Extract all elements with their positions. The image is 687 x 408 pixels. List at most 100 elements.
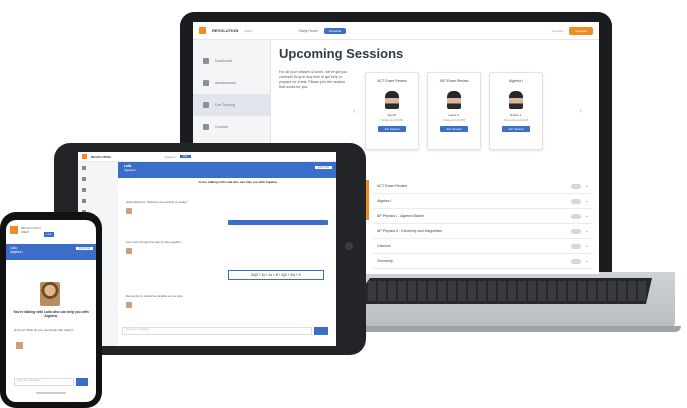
chevron-right-icon[interactable]: ›: [579, 106, 582, 115]
toggle[interactable]: [570, 213, 581, 219]
sidebar-item[interactable]: [78, 184, 118, 195]
chat-intro: You're talking with Laila who can help y…: [13, 310, 89, 318]
card-tutor: Eva B.: [387, 113, 397, 117]
chat-subject: Algebra I: [124, 168, 137, 172]
assessments-icon: [203, 80, 209, 86]
chat-message: Hi there! What do you need help with tod…: [14, 328, 74, 332]
end-chat-button[interactable]: End Chat: [76, 247, 93, 250]
phone-screen: REVOLUTION PREP Live Laila Algebra I End…: [6, 220, 96, 402]
tutor-avatar: [447, 91, 461, 109]
card-time: Today at 1:00 PM: [381, 118, 403, 122]
tutor-avatar: [126, 302, 132, 308]
chat-message: Let's work through this step by step tog…: [126, 240, 182, 244]
session-cards: ACT Exam Review Eva B. Today at 1:00 PM …: [365, 72, 543, 150]
chevron-down-icon[interactable]: ⌄: [585, 198, 589, 204]
chevron-left-icon[interactable]: ‹: [353, 106, 356, 115]
card-subject: SAT Exam Review: [439, 79, 469, 83]
list-item[interactable]: Geometry ⌄: [373, 254, 593, 269]
card-tutor: Robert J.: [509, 113, 523, 117]
join-session-button[interactable]: Join Session: [378, 126, 406, 132]
sidebar-item[interactable]: [78, 195, 118, 206]
join-session-button[interactable]: Join Session: [440, 126, 468, 132]
toggle[interactable]: [570, 198, 581, 204]
sidebar-item[interactable]: [78, 162, 118, 173]
user-message-bubble: [228, 220, 328, 225]
brand-name: REVOLUTION PREP: [21, 226, 41, 234]
chevron-down-icon[interactable]: ⌄: [585, 243, 589, 249]
session-card: Algebra I Robert J. Tomorrow at 10 AM Jo…: [489, 72, 543, 150]
logo-icon: [82, 154, 87, 159]
live-button[interactable]: Live: [179, 155, 191, 158]
laptop-keyboard: [352, 278, 652, 304]
chat-tutor-name: Laila: [124, 164, 132, 168]
tutor-avatar: [126, 208, 132, 214]
sidebar-item-dashboard[interactable]: Dashboard: [193, 50, 270, 72]
chat-message: Remember to isolate the variable on one …: [126, 294, 184, 298]
sidebar-item[interactable]: [78, 173, 118, 184]
join-session-button[interactable]: Join Session: [502, 126, 530, 132]
equation-message: 3x(2 + 4) + 2x = 8 + 4(3 + 2x) + 2: [228, 270, 324, 280]
live-tutoring-icon: [203, 102, 209, 108]
header-subject: Algebra I: [164, 154, 176, 159]
page-description: For all your classes & tutors, we've got…: [279, 70, 348, 89]
chevron-down-icon[interactable]: ⌄: [585, 213, 589, 219]
card-time: Tomorrow at 10 AM: [503, 118, 529, 122]
card-subject: ACT Exam Review: [377, 79, 407, 83]
tablet-screen: REVOLUTION Algebra I Live Laila Algebra …: [78, 152, 336, 346]
tablet-camera: [345, 242, 353, 250]
toggle[interactable]: [570, 258, 581, 264]
chevron-down-icon[interactable]: ⌄: [585, 258, 589, 264]
upgrade-button[interactable]: Upgrade: [569, 26, 593, 35]
sidebar-item-assessments[interactable]: Assessments: [193, 72, 270, 94]
dashboard-icon: [203, 58, 209, 64]
tablet-topbar: REVOLUTION Algebra I Live: [78, 152, 336, 162]
logo-icon: [10, 226, 18, 234]
menu-icon: [82, 165, 86, 170]
list-item[interactable]: AP Physics II - Electricity and Magnetis…: [373, 224, 593, 239]
sidebar-item-courses[interactable]: Courses: [193, 116, 270, 138]
help-link[interactable]: Get Help: [552, 29, 564, 33]
menu-icon: [82, 198, 86, 203]
chat-intro: You're talking with Laila who can help y…: [198, 180, 278, 184]
toggle[interactable]: [570, 243, 581, 249]
list-item[interactable]: Algebra I ⌄: [373, 194, 593, 209]
list-item[interactable]: Calculus ⌄: [373, 239, 593, 254]
chevron-down-icon[interactable]: ⌄: [585, 228, 589, 234]
menu-icon: [82, 187, 86, 192]
chat-header: Laila Algebra I End Chat: [6, 244, 96, 260]
live-button[interactable]: Live: [43, 232, 55, 237]
session-card: ACT Exam Review Eva B. Today at 1:00 PM …: [365, 72, 419, 150]
sidebar-item-live-tutoring[interactable]: Live Tutoring: [193, 94, 270, 116]
tutor-avatar-small: [16, 342, 23, 349]
list-item[interactable]: ACT Exam Review ⌄: [373, 179, 593, 194]
tutor-avatar: [385, 91, 399, 109]
tutor-avatar: [40, 282, 60, 306]
brand-sub: PREP: [244, 28, 253, 33]
phone-topbar: REVOLUTION PREP Live: [6, 224, 96, 244]
nav-study-hours[interactable]: Study Hours: [298, 29, 317, 33]
brand-name: REVOLUTION: [91, 154, 111, 159]
laptop-topbar: REVOLUTION PREP Study Hours Schedule Get…: [193, 22, 599, 40]
tutor-avatar: [126, 248, 132, 254]
end-chat-button[interactable]: End Chat: [315, 166, 332, 169]
toggle[interactable]: [570, 228, 581, 234]
page-title: Upcoming Sessions: [279, 46, 404, 61]
card-subject: Algebra I: [508, 79, 523, 83]
list-item[interactable]: AP Physics I - Algebra Based ⌄: [373, 209, 593, 224]
send-button[interactable]: [76, 378, 88, 386]
schedule-button[interactable]: Schedule: [323, 27, 347, 34]
course-list: ACT Exam Review ⌄ Algebra I ⌄ AP Physics I…: [373, 179, 593, 269]
message-input[interactable]: Type your message...: [122, 327, 312, 335]
card-time: Today at 2:00 PM: [443, 118, 465, 122]
card-tutor: Laura S.: [448, 113, 460, 117]
menu-icon: [82, 176, 86, 181]
message-input[interactable]: Type your message...: [14, 378, 74, 386]
chat-subject: Algebra I: [10, 250, 23, 254]
chat-header: Laila Algebra I End Chat: [118, 162, 336, 178]
chat-message: Hello! Welcome. What are you working on …: [126, 200, 188, 204]
toggle[interactable]: [570, 183, 581, 189]
brand-name: REVOLUTION: [212, 28, 239, 33]
send-button[interactable]: [314, 327, 328, 335]
session-card: SAT Exam Review Laura S. Today at 2:00 P…: [427, 72, 481, 150]
chevron-down-icon[interactable]: ⌄: [585, 183, 589, 189]
